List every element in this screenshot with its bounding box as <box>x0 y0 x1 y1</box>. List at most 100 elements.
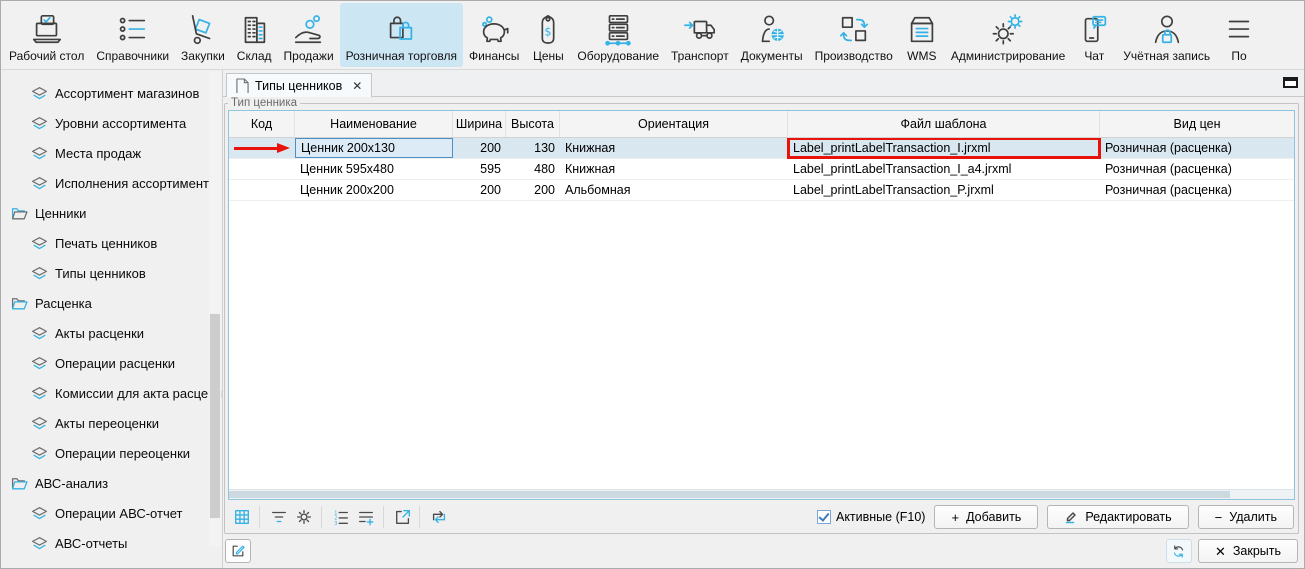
table-grid-icon[interactable] <box>229 506 255 528</box>
module-button[interactable]: Розничная торговля <box>340 3 463 67</box>
checkbox-checked-icon[interactable] <box>817 510 831 524</box>
module-label: Цены <box>533 49 564 63</box>
scrollbar-thumb[interactable] <box>229 491 1230 498</box>
open-external-icon[interactable] <box>383 506 415 528</box>
module-button[interactable]: Транспорт <box>665 3 735 67</box>
sidebar-item[interactable]: Операции АВС-отчет <box>1 498 222 528</box>
cell-orientation[interactable]: Книжная <box>560 159 788 179</box>
add-row-icon[interactable] <box>353 506 379 528</box>
cell-template_file[interactable]: Label_printLabelTransaction_I_a4.jrxml <box>788 159 1100 179</box>
edit-form-button[interactable] <box>225 539 251 563</box>
column-header-height[interactable]: Высота <box>506 111 560 137</box>
module-button[interactable]: WMS <box>899 3 945 67</box>
module-button[interactable]: Закупки <box>175 3 231 67</box>
sidebar-item[interactable]: Операции расценки <box>1 348 222 378</box>
cell-width[interactable]: 200 <box>453 180 506 200</box>
tab-label: Типы ценников <box>255 79 342 93</box>
sidebar-item[interactable]: АВС-отчеты <box>1 528 222 558</box>
module-button[interactable]: Склад <box>231 3 278 67</box>
sidebar-item[interactable]: Исполнения ассортимента <box>1 168 222 198</box>
sidebar-item[interactable]: Печать ценников <box>1 228 222 258</box>
module-button[interactable]: Чат <box>1071 3 1117 67</box>
sidebar-item[interactable]: Места продаж <box>1 138 222 168</box>
add-button[interactable]: + Добавить <box>934 505 1038 529</box>
cell-code[interactable] <box>229 159 295 179</box>
module-button[interactable]: Документы <box>735 3 809 67</box>
module-label: Документы <box>741 49 803 63</box>
cell-orientation[interactable]: Альбомная <box>560 180 788 200</box>
filter-icon[interactable] <box>259 506 291 528</box>
module-button[interactable]: Оборудование <box>571 3 665 67</box>
cell-height[interactable]: 130 <box>506 138 560 158</box>
cell-width[interactable]: 595 <box>453 159 506 179</box>
layers-icon <box>31 235 48 252</box>
delete-button[interactable]: − Удалить <box>1198 505 1294 529</box>
status-right: ✕ Закрыть <box>1166 539 1298 563</box>
module-button[interactable]: По <box>1216 3 1262 67</box>
sidebar-scrollbar[interactable] <box>209 72 221 546</box>
module-button[interactable]: Производство <box>809 3 899 67</box>
column-header-price_type[interactable]: Вид цен <box>1100 111 1294 137</box>
cell-code[interactable] <box>229 180 295 200</box>
column-header-orientation[interactable]: Ориентация <box>560 111 788 137</box>
column-header-code[interactable]: Код <box>229 111 295 137</box>
close-icon[interactable]: ✕ <box>352 79 362 93</box>
layers-icon <box>31 385 48 402</box>
sidebar-item-label: Места продаж <box>55 146 141 161</box>
cell-template_file[interactable]: Label_printLabelTransaction_I.jrxml <box>788 138 1100 158</box>
sidebar-item[interactable]: Комиссии для акта расценки <box>1 378 222 408</box>
cell-price_type[interactable]: Розничная (расценка) <box>1100 159 1294 179</box>
active-filter[interactable]: Активные (F10) <box>817 510 925 524</box>
cell-template_file[interactable]: Label_printLabelTransaction_P.jrxml <box>788 180 1100 200</box>
sidebar-item-label: Ассортимент магазинов <box>55 86 199 101</box>
close-button[interactable]: ✕ Закрыть <box>1198 539 1298 563</box>
module-button[interactable]: Учётная запись <box>1117 3 1216 67</box>
cell-name[interactable]: Ценник 200х200 <box>295 180 453 200</box>
refresh-button[interactable] <box>1166 539 1192 563</box>
price-tag-icon: $ <box>531 13 565 47</box>
module-button[interactable]: Рабочий стол <box>3 3 90 67</box>
cell-height[interactable]: 200 <box>506 180 560 200</box>
table-row[interactable]: Ценник 200х130200130КнижнаяLabel_printLa… <box>229 138 1294 159</box>
sidebar-item[interactable]: Ассортимент магазинов <box>1 78 222 108</box>
sidebar-item[interactable]: Акты расценки <box>1 318 222 348</box>
edit-square-icon <box>230 543 246 559</box>
cell-height[interactable]: 480 <box>506 159 560 179</box>
edit-button[interactable]: Редактировать <box>1047 505 1188 529</box>
module-button[interactable]: Справочники <box>90 3 175 67</box>
column-header-template_file[interactable]: Файл шаблона <box>788 111 1100 137</box>
cell-name[interactable]: Ценник 595х480 <box>295 159 453 179</box>
column-header-width[interactable]: Ширина <box>453 111 506 137</box>
cell-price_type[interactable]: Розничная (расценка) <box>1100 180 1294 200</box>
module-button[interactable]: $ Цены <box>525 3 571 67</box>
settings-icon[interactable] <box>291 506 317 528</box>
sidebar-item[interactable]: Типы ценников <box>1 258 222 288</box>
cell-width[interactable]: 200 <box>453 138 506 158</box>
horizontal-scrollbar[interactable] <box>229 489 1294 499</box>
sidebar-item[interactable]: Расценка <box>1 288 222 318</box>
sidebar-item[interactable]: Уровни ассортимента <box>1 108 222 138</box>
tab-price-tag-types[interactable]: Типы ценников ✕ <box>226 73 372 97</box>
module-button[interactable]: Финансы <box>463 3 525 67</box>
sidebar-item[interactable]: Ценники <box>1 198 222 228</box>
refresh-cycle-icon[interactable] <box>419 506 451 528</box>
layers-icon <box>31 85 48 102</box>
sidebar-item-label: Операции расценки <box>55 356 175 371</box>
module-label: Закупки <box>181 49 225 63</box>
refresh-icon <box>1171 544 1186 559</box>
cell-price_type[interactable]: Розничная (расценка) <box>1100 138 1294 158</box>
scrollbar-thumb[interactable] <box>210 314 220 518</box>
sidebar-item[interactable]: АВС-анализ <box>1 468 222 498</box>
table-row[interactable]: Ценник 200х200200200АльбомнаяLabel_print… <box>229 180 1294 201</box>
module-button[interactable]: Администрирование <box>945 3 1071 67</box>
table-row[interactable]: Ценник 595х480595480КнижнаяLabel_printLa… <box>229 159 1294 180</box>
column-header-name[interactable]: Наименование <box>295 111 453 137</box>
cell-orientation[interactable]: Книжная <box>560 138 788 158</box>
row-numbers-icon[interactable]: 123 <box>321 506 353 528</box>
cell-name[interactable]: Ценник 200х130 <box>295 138 453 158</box>
cell-code[interactable] <box>229 138 295 158</box>
sidebar-item[interactable]: Акты переоценки <box>1 408 222 438</box>
maximize-window-icon[interactable] <box>1283 77 1298 88</box>
module-button[interactable]: Продажи <box>278 3 340 67</box>
sidebar-item[interactable]: Операции переоценки <box>1 438 222 468</box>
